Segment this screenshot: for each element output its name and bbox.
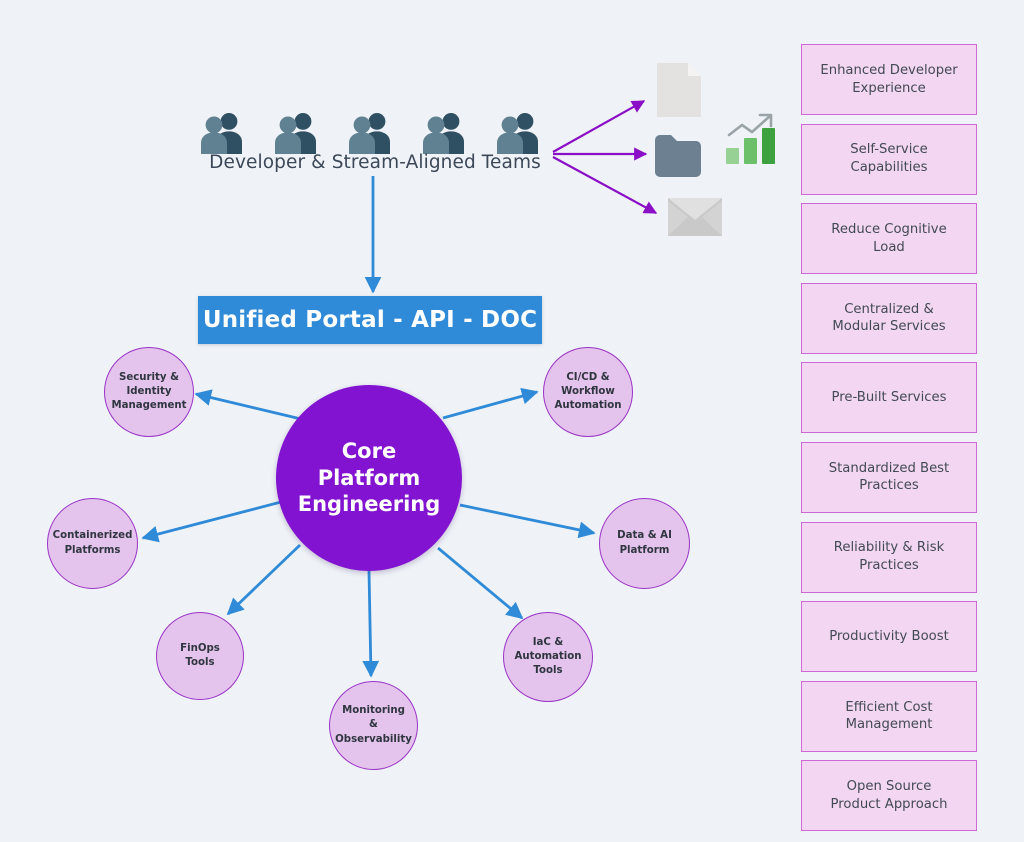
benefit-box-standardized-best-practices[interactable]: Standardized Best Practices xyxy=(801,441,977,513)
benefit-box-enhanced-developer-experience[interactable]: Enhanced Developer Experience xyxy=(801,44,977,115)
people-pair-icon xyxy=(201,113,242,154)
satellite-label: Monitoring & Observability xyxy=(335,705,412,745)
benefit-box-reliability-risk-practices[interactable]: Reliability & Risk Practices xyxy=(801,521,977,593)
benefit-label: Standardized Best Practices xyxy=(828,460,950,494)
benefit-label: Centralized & Modular Services xyxy=(832,301,946,335)
benefit-label: Reduce Cognitive Load xyxy=(831,222,947,255)
benefit-box-efficient-cost-management[interactable]: Efficient Cost Management xyxy=(801,680,977,752)
satellite-node-security-identity-management[interactable]: Security & Identity Management xyxy=(104,347,194,437)
developer-teams-icon-row xyxy=(196,108,544,156)
arrow-core-to-containerized xyxy=(141,500,282,543)
unified-portal-title: Unified Portal - API - DOC xyxy=(202,307,538,333)
satellite-label: Containerized Platforms xyxy=(52,530,133,556)
arrow-core-to-monitoring xyxy=(362,570,380,678)
benefit-box-productivity-boost[interactable]: Productivity Boost xyxy=(801,601,977,673)
developer-teams-label: Developer & Stream-Aligned Teams xyxy=(209,152,541,173)
core-platform-engineering-node[interactable]: Core Platform Engineering xyxy=(276,385,462,571)
mail-icon xyxy=(668,198,722,236)
core-label-line1: Core Platform xyxy=(317,438,421,490)
benefit-label: Efficient Cost Management xyxy=(845,699,933,733)
arrow-teams-to-document xyxy=(552,100,646,153)
satellite-node-monitoring-observability[interactable]: Monitoring & Observability xyxy=(329,681,418,770)
satellite-label: CI/CD & Workflow Automation xyxy=(554,371,622,412)
satellite-node-data-ai-platform[interactable]: Data & AI Platform xyxy=(599,498,690,589)
core-label-line2: Engineering xyxy=(297,492,441,517)
document-icon xyxy=(657,63,701,117)
people-pair-icon xyxy=(349,113,390,154)
people-pair-icon xyxy=(275,113,316,154)
satellite-label: Security & Identity Management xyxy=(111,371,187,412)
satellite-label: FinOps Tools xyxy=(180,642,220,668)
benefit-label: Pre-Built Services xyxy=(831,390,947,406)
satellite-node-containerized-platforms[interactable]: Containerized Platforms xyxy=(47,498,138,589)
people-pair-icon xyxy=(497,113,538,154)
benefit-box-reduce-cognitive-load[interactable]: Reduce Cognitive Load xyxy=(801,203,977,275)
growth-chart-icon xyxy=(726,113,775,164)
folder-icon xyxy=(655,135,701,177)
benefit-box-self-service-capabilities[interactable]: Self-Service Capabilities xyxy=(801,123,977,195)
satellite-node-finops-tools[interactable]: FinOps Tools xyxy=(156,612,244,700)
satellite-label: Data & AI Platform xyxy=(617,530,672,556)
unified-portal-banner[interactable]: Unified Portal - API - DOC xyxy=(198,296,542,344)
benefit-box-centralized-modular-services[interactable]: Centralized & Modular Services xyxy=(801,282,977,354)
arrow-core-to-cicd xyxy=(442,387,539,420)
arrow-core-to-finops xyxy=(226,543,301,616)
benefit-label: Open Source Product Approach xyxy=(830,779,948,812)
arrow-core-to-security xyxy=(194,389,302,421)
benefit-box-open-source-product-approach[interactable]: Open Source Product Approach xyxy=(801,760,977,832)
diagram-canvas: Developer & Stream-Aligned Teams Unified… xyxy=(0,0,1024,842)
people-pair-icon xyxy=(423,113,464,154)
benefits-list: Enhanced Developer Experience Self-Servi… xyxy=(801,44,977,832)
benefit-label: Productivity Boost xyxy=(829,628,949,644)
benefit-label: Reliability & Risk Practices xyxy=(833,540,945,574)
arrow-core-to-iac xyxy=(437,546,524,620)
benefit-label: Self-Service Capabilities xyxy=(850,142,928,176)
benefit-box-pre-built-services[interactable]: Pre-Built Services xyxy=(801,362,977,434)
arrow-core-to-data-ai xyxy=(459,503,596,539)
core-platform-engineering-label: Core Platform Engineering xyxy=(276,438,462,519)
benefit-label: Enhanced Developer Experience xyxy=(820,62,958,96)
satellite-label: IaC & Automation Tools xyxy=(514,636,582,677)
satellite-node-cicd-workflow-automation[interactable]: CI/CD & Workflow Automation xyxy=(543,347,633,437)
satellite-node-iac-automation-tools[interactable]: IaC & Automation Tools xyxy=(503,612,593,702)
